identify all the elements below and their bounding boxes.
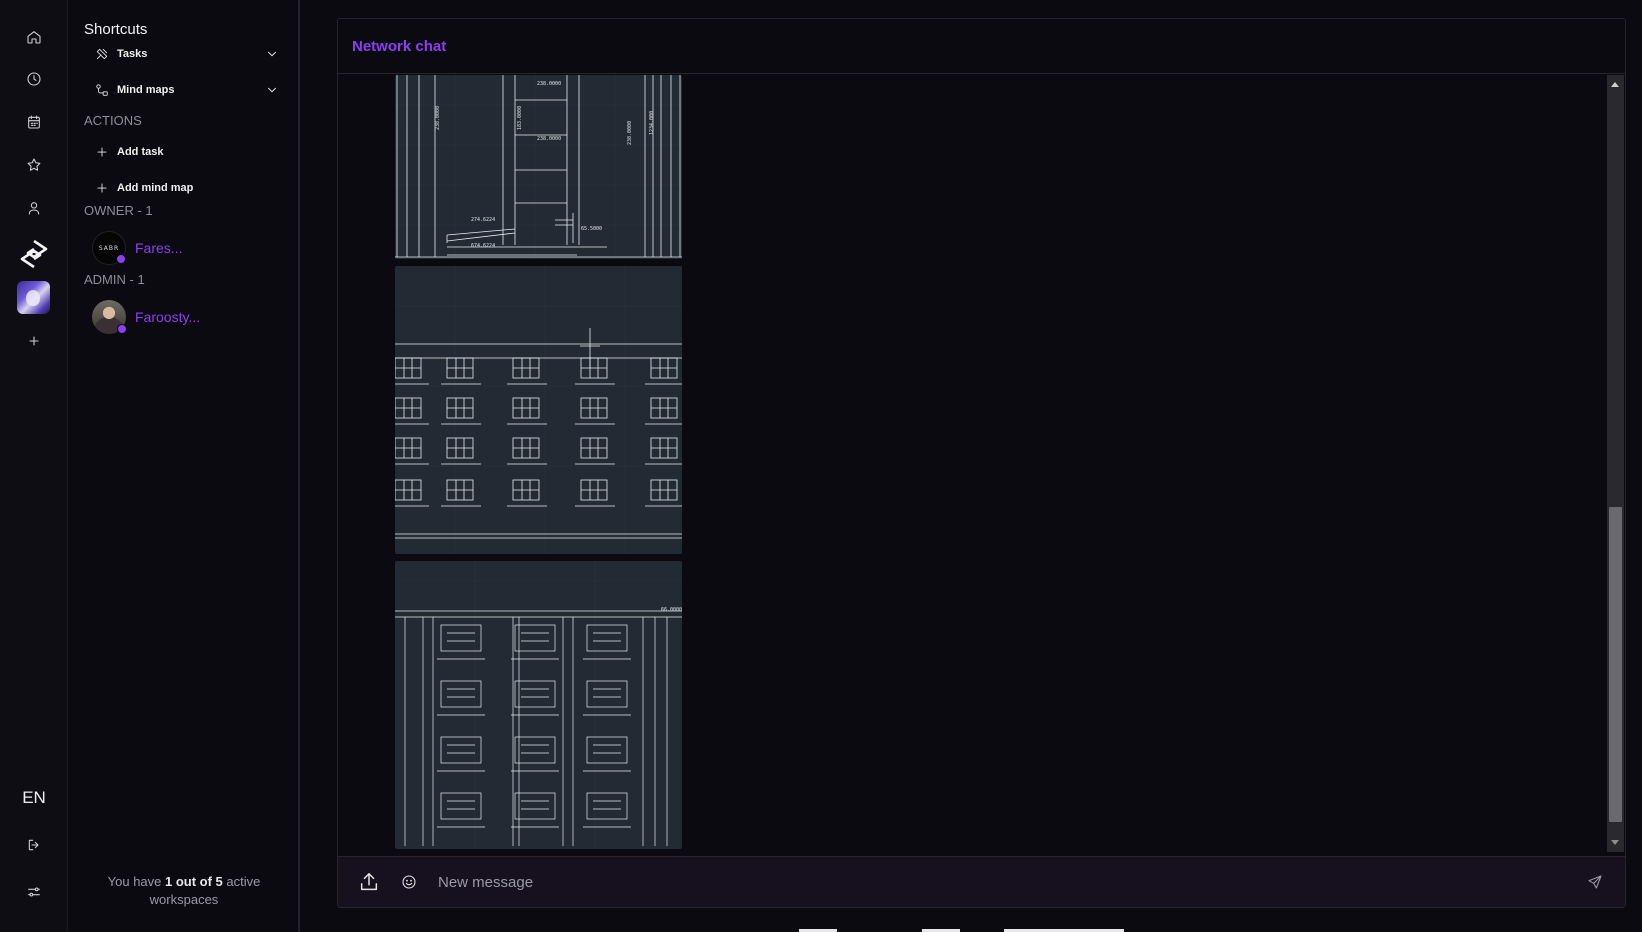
clock-icon[interactable] xyxy=(19,64,49,94)
cad-drawing-elevation[interactable]: 238.0000 238.0000 274.6224 674.6224 65.5… xyxy=(395,75,682,259)
emoji-icon[interactable] xyxy=(401,874,417,890)
admin-section-title: ADMIN - 1 xyxy=(84,272,145,287)
avatar: SABR xyxy=(92,231,126,265)
language-switch[interactable]: EN xyxy=(0,788,68,808)
owner-section-title: OWNER - 1 xyxy=(84,203,153,218)
svg-text:66.0000: 66.0000 xyxy=(661,607,682,613)
svg-text:238.0000: 238.0000 xyxy=(435,106,441,130)
add-task-label: Add task xyxy=(117,146,164,158)
workspace-logo[interactable] xyxy=(17,237,51,271)
chat-header: Network chat xyxy=(338,19,1625,74)
app-rail: EN xyxy=(0,0,68,932)
message-composer xyxy=(338,856,1625,907)
calendar-icon[interactable] xyxy=(19,107,49,137)
home-icon[interactable] xyxy=(19,22,49,52)
scroll-thumb[interactable] xyxy=(1609,507,1622,822)
chat-title: Network chat xyxy=(352,38,447,55)
actions-title: ACTIONS xyxy=(84,113,142,128)
send-icon[interactable] xyxy=(1587,874,1603,890)
upload-icon[interactable] xyxy=(358,871,380,893)
chat-panel: Network chat 238.0000 238.0000 274.6224 xyxy=(337,18,1626,908)
cad-drawing-facade[interactable] xyxy=(395,266,682,554)
star-icon[interactable] xyxy=(19,150,49,180)
scroll-down-arrow[interactable] xyxy=(1611,840,1619,845)
chevron-down-icon[interactable] xyxy=(265,47,279,61)
shortcut-tasks[interactable]: Tasks xyxy=(94,41,284,67)
add-mind-map-button[interactable]: Add mind map xyxy=(94,175,284,201)
mind-map-icon xyxy=(94,82,110,98)
avatar xyxy=(92,300,127,334)
tasks-icon xyxy=(94,46,110,62)
svg-text:238.0000: 238.0000 xyxy=(537,136,561,142)
messages-scrollbar[interactable] xyxy=(1607,75,1624,852)
plus-icon xyxy=(94,144,110,160)
scroll-up-arrow[interactable] xyxy=(1611,82,1619,87)
online-status-dot xyxy=(117,324,127,334)
member-owner[interactable]: SABR Fares... xyxy=(92,228,292,268)
member-name: Faroosty... xyxy=(135,309,201,325)
svg-text:238.0000: 238.0000 xyxy=(627,121,633,145)
svg-text:65.5000: 65.5000 xyxy=(581,226,602,232)
logout-icon[interactable] xyxy=(19,830,49,860)
message-input[interactable] xyxy=(438,867,1518,897)
workspace-limit-note: You have 1 out of 5 active workspaces xyxy=(107,874,261,907)
add-mind-map-label: Add mind map xyxy=(117,182,194,194)
add-task-button[interactable]: Add task xyxy=(94,139,284,165)
cad-drawing-plan[interactable]: 66.0000 xyxy=(395,561,682,849)
shortcut-mind-maps[interactable]: Mind maps xyxy=(94,77,284,103)
svg-text:183.0000: 183.0000 xyxy=(517,106,523,130)
member-admin[interactable]: Faroosty... xyxy=(92,297,292,337)
svg-text:274.6224: 274.6224 xyxy=(471,217,495,223)
workspace-sidebar: Shortcuts Tasks Mind maps ACTIONS Add ta… xyxy=(69,0,300,932)
online-status-dot xyxy=(116,254,126,264)
shortcut-mind-maps-label: Mind maps xyxy=(117,84,175,96)
member-name: Fares... xyxy=(135,240,183,256)
workspace-avatar[interactable] xyxy=(17,281,50,314)
message-list[interactable]: 238.0000 238.0000 274.6224 674.6224 65.5… xyxy=(338,75,1606,852)
plus-icon xyxy=(94,180,110,196)
svg-text:238.0000: 238.0000 xyxy=(537,81,561,87)
add-workspace-icon[interactable] xyxy=(19,326,49,356)
settings-sliders-icon[interactable] xyxy=(19,877,49,907)
shortcut-tasks-label: Tasks xyxy=(117,48,148,60)
user-icon[interactable] xyxy=(19,193,49,223)
svg-text:674.6224: 674.6224 xyxy=(471,243,495,249)
svg-text:1234.000: 1234.000 xyxy=(649,111,655,135)
shortcuts-title: Shortcuts xyxy=(84,21,148,38)
chevron-down-icon[interactable] xyxy=(265,83,279,97)
